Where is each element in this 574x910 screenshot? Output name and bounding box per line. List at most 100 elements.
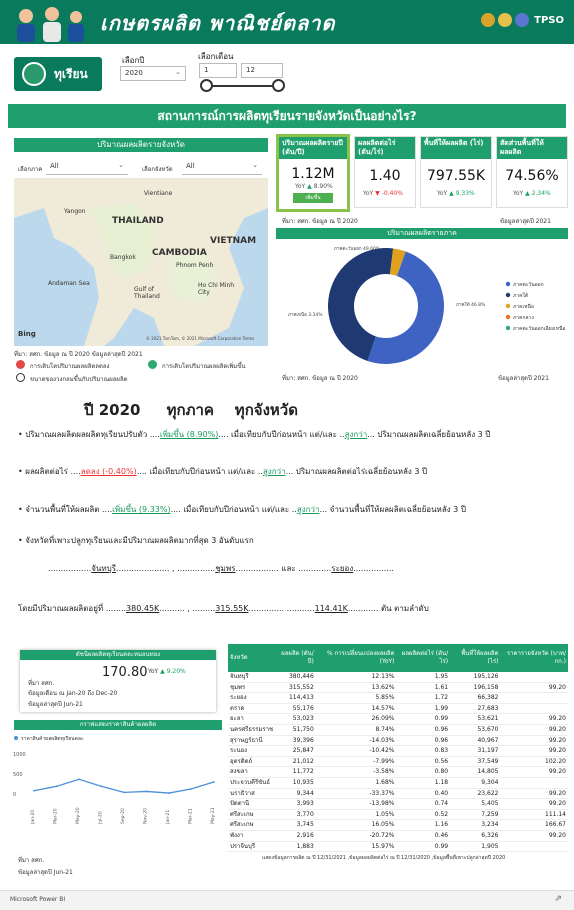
table-row[interactable]: ปราจีนบุรี 1,883 15.97% 0.99 1,905 (228, 841, 568, 853)
month-slider-start-handle[interactable] (200, 79, 213, 92)
year-select[interactable]: 2020 ⌄ (120, 66, 186, 81)
product-tile[interactable]: ทุเรียน (14, 57, 102, 91)
kpi-production-card[interactable]: ปริมาณผลผลิตรายปี (ตัน/ปี) 1.12M YoY ▲ 8… (276, 134, 350, 212)
summary-line-area: • จำนวนพื้นที่ให้ผลผลิต ....เพิ่มขึ้น (9… (18, 505, 466, 514)
table-row[interactable]: จันทบุรี 380,446 12.13% 1.95 195,126 (228, 672, 568, 683)
province-table-wrapper[interactable]: จังหวัด ผลผลิต (ตัน/ปี)% การเปลี่ยนแปลงผล… (228, 644, 568, 853)
share-icon[interactable]: ⇗ (554, 894, 562, 904)
table-row[interactable]: ตราด 55,176 14.57% 1.99 27,683 (228, 703, 568, 715)
summary-line1-v2: สูงกว่า (344, 430, 368, 439)
month-to-input[interactable]: 12 (241, 63, 283, 78)
price-point[interactable] (55, 785, 58, 788)
summary-top3: ระยอง (331, 564, 354, 573)
table-row[interactable]: ชุมพร 315,552 13.62% 1.61 196,158 99.20 (228, 682, 568, 694)
price-point[interactable] (213, 780, 215, 783)
table-header-0[interactable]: จังหวัด (228, 644, 276, 672)
table-cell: 53,621 (450, 713, 501, 725)
table-cell: ระนอง (228, 745, 276, 757)
kpi-yield-card[interactable]: ผลผลิตต่อไร่ (ตัน/ไร่) 1.40 YoY ▼ -0.40% (354, 136, 416, 208)
map-land-layer (14, 178, 268, 346)
up-arrow-icon: ▲ (525, 190, 530, 197)
table-row[interactable]: สงขลา 11,772 -3.58% 0.80 14,805 99.20 (228, 766, 568, 778)
x-tick-label: May-21 (210, 807, 216, 824)
table-cell: ศรีสะเกษ (228, 819, 276, 831)
table-cell: 53,023 (275, 713, 316, 725)
summary-line3-v1: เพิ่มขึ้น (9.33%) (112, 505, 171, 514)
price-index-card: ดัชนีผลผลิตทุเรียนคละหมอนทอง 170.80 YoY … (20, 650, 216, 712)
partner-logos: TPSO (481, 13, 564, 27)
table-row[interactable]: สุราษฎร์ธานี 39,396 -14.03% 0.96 40,967 99.20 (228, 735, 568, 747)
price-index-period-to-label: ถึง (87, 690, 94, 697)
map-label-yangon: Yangon (64, 208, 86, 215)
table-row[interactable]: ระยอง 114,413 5.85% 1.72 66,382 (228, 692, 568, 704)
price-point[interactable] (190, 787, 193, 790)
province-select[interactable]: All ⌄ (182, 160, 262, 175)
price-point[interactable] (168, 792, 170, 794)
price-point[interactable] (145, 790, 148, 793)
chevron-down-icon: ⌄ (252, 161, 258, 169)
line-svg: ราคาสินค้าผลผลิตทุเรียนคละ 1000 500 0 Jan-20… (13, 735, 216, 825)
up-arrow-icon: ▲ (449, 190, 454, 197)
table-cell: 99.20 (500, 713, 568, 725)
price-point[interactable] (33, 789, 35, 792)
table-row[interactable]: พังงา 2,916 -20.72% 0.46 6,326 99.20 (228, 830, 568, 842)
table-cell: -7.99% (315, 756, 397, 768)
donut-legend-marker (505, 325, 511, 331)
price-latest-value: Jun-21 (53, 869, 73, 876)
table-row[interactable]: ปัตตานี 3,993 -13.98% 0.74 5,405 99.20 (228, 798, 568, 810)
table-cell: 3,993 (275, 798, 316, 810)
province-map[interactable]: THAILAND CAMBODIA VIETNAM Vientiane Yang… (14, 178, 268, 346)
table-header-2[interactable]: % การเปลี่ยนแปลงผลผลิต (YoY) (315, 644, 397, 672)
table-cell: -20.72% (315, 830, 397, 842)
summary-line1-pre: ปริมาณผลผลิตผลผลิตทุเรียนปรับตัว (25, 430, 148, 439)
table-cell: 12.13% (315, 672, 397, 683)
up-arrow-icon: ▲ (307, 183, 312, 190)
price-index-value: 170.80 (102, 665, 148, 680)
table-row[interactable]: ประจวบคีรีขันธ์ 10,935 1.68% 1.18 9,304 (228, 777, 568, 789)
table-cell: 21,012 (275, 756, 316, 768)
table-row[interactable]: นครศรีธรรมราช 51,750 8.74% 0.96 53,670 99.20 (228, 724, 568, 736)
price-point[interactable] (123, 791, 125, 794)
year-select-value: 2020 (125, 69, 143, 77)
table-row[interactable]: นราธิวาส 9,344 -33.37% 0.40 23,622 99.20 (228, 788, 568, 800)
kpi-ratio-card[interactable]: สัดส่วนพื้นที่ให้ผลผลิต 74.56% YoY ▲ 2.3… (496, 136, 568, 208)
table-cell: -10.42% (315, 745, 397, 757)
donut-legend-marker (505, 303, 511, 309)
month-slider-end-handle[interactable] (272, 79, 285, 92)
table-header-1[interactable]: ผลผลิต (ตัน/ปี) (275, 644, 316, 672)
price-series-line[interactable] (33, 778, 215, 794)
table-row[interactable]: ยะลา 53,023 26.09% 0.99 53,621 99.20 (228, 713, 568, 725)
table-header-4[interactable]: พื้นที่ให้ผลผลิต (ไร่) (450, 644, 501, 672)
price-index-latest-value: Jun-21 (63, 701, 83, 708)
table-row[interactable]: อุตรดิตถ์ 21,012 -7.99% 0.56 37,549 102.20 (228, 756, 568, 768)
legend-decrease-icon (16, 360, 25, 369)
price-point[interactable] (100, 785, 103, 788)
price-line-chart[interactable]: ราคาสินค้าผลผลิตทุเรียนคละ 1000 500 0 Jan-20… (12, 732, 224, 828)
powerbi-label[interactable]: Microsoft Power BI (10, 896, 65, 903)
summary-line-top3: • จังหวัดที่เพาะปลูกทุเรียนและมีปริมาณผล… (18, 536, 254, 545)
x-tick-label: Mar-21 (188, 808, 194, 824)
kpi-area-card[interactable]: พื้นที่ให้ผลผลิต (ไร่) 797.55K YoY ▲ 9.3… (420, 136, 492, 208)
table-cell: 111.14 (500, 809, 568, 821)
table-cell: 1.16 (396, 819, 451, 831)
table-cell: 16.05% (315, 819, 397, 831)
region-select[interactable]: All ⌄ (46, 160, 128, 175)
table-row[interactable]: ศรีสะเกษ 3,770 1.05% 0.52 7,259 111.14 (228, 809, 568, 821)
summary-line1-post: ปริมาณผลผลิตเฉลี่ยย้อนหลัง 3 ปี (377, 430, 491, 439)
province-table[interactable]: จังหวัด ผลผลิต (ตัน/ปี)% การเปลี่ยนแปลงผล… (228, 644, 568, 853)
table-row[interactable]: ศรีสะเกษ 3,745 16.05% 1.16 3,234 166.67 (228, 819, 568, 831)
region-donut-chart[interactable]: ภาคตะวันออก 49.60% ภาคใต้ 46.8% ภาคเหนือ 3… (276, 240, 568, 370)
kpi-yield-value: 1.40 (369, 168, 401, 184)
table-row[interactable]: ระนอง 25,847 -10.42% 0.83 31,197 99.20 (228, 745, 568, 757)
table-cell: 25,847 (275, 745, 316, 757)
table-header-3[interactable]: ผลผลิตต่อไร่ (ตัน/ไร่) (396, 644, 451, 672)
donut-legend-label: ภาคเหนือ (513, 303, 534, 310)
table-cell: 0.52 (396, 809, 451, 821)
table-cell: -14.03% (315, 735, 397, 747)
kpi-production-badge: เพิ่มขึ้น (293, 193, 333, 203)
month-from-input[interactable]: 1 (199, 63, 237, 78)
table-cell: -33.37% (315, 788, 397, 800)
summary-q2: 315.55K (215, 604, 249, 613)
price-point[interactable] (78, 778, 80, 781)
table-header-5[interactable]: ราคารายจังหวัด (บาท/กก.) (500, 644, 568, 672)
